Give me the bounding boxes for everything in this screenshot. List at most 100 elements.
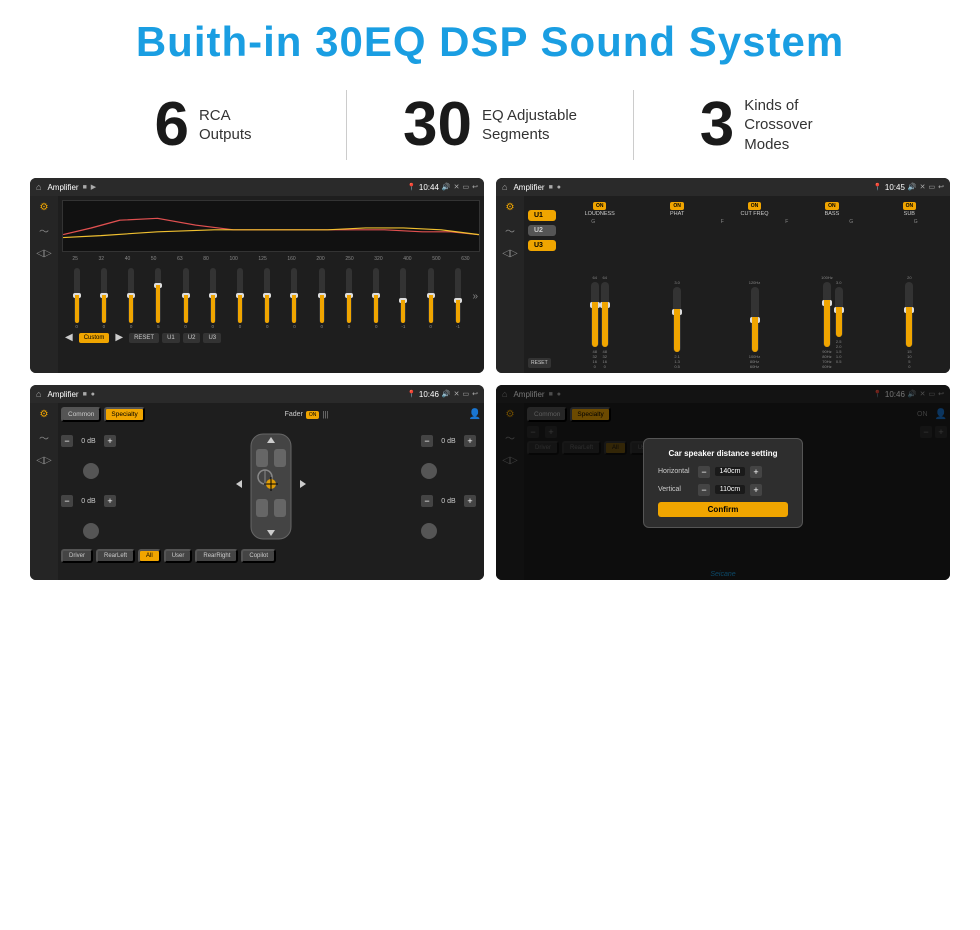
crossover-screen: ⌂ Amplifier ■ ● 📍 10:45 🔊 ✕ ▭ ↩ ⚙ 〜 ◁▷: [496, 178, 950, 373]
window-icon-2: ▭: [929, 183, 936, 191]
u1-crossover-btn[interactable]: U1: [528, 210, 556, 221]
speaker-icon-3: 🔊: [442, 390, 451, 398]
bass-on[interactable]: ON: [825, 202, 839, 210]
crossover-title: Amplifier: [513, 183, 544, 192]
distance-dialog: Car speaker distance setting Horizontal …: [643, 438, 803, 528]
plus-topleft[interactable]: +: [104, 435, 116, 447]
crossover-topbar-icons: 📍 10:45 🔊 ✕ ▭ ↩: [873, 183, 944, 192]
custom-btn[interactable]: Custom: [79, 333, 110, 343]
reset-btn[interactable]: RESET: [129, 333, 159, 343]
dialog-overlay: Car speaker distance setting Horizontal …: [496, 385, 950, 580]
u2-btn[interactable]: U2: [183, 333, 201, 343]
speaker-body: ⚙ 〜 ◁▷ Common Specialty Fader ON ||| 👤: [30, 403, 484, 580]
speaker-time: 10:46: [419, 390, 439, 399]
speaker-icon-2: 🔊: [908, 183, 917, 191]
dot-icon-3: ●: [91, 391, 95, 398]
u3-crossover-btn[interactable]: U3: [528, 240, 556, 251]
speaker-sidebar: ⚙ 〜 ◁▷: [30, 403, 58, 580]
rec-icon-2: ■: [549, 184, 553, 191]
horizontal-minus[interactable]: −: [698, 466, 710, 478]
copilot-btn[interactable]: Copilot: [241, 549, 276, 563]
eq-screen: ⌂ Amplifier ■ ▶ 📍 10:44 🔊 ✕ ▭ ↩ ⚙ 〜 ◁▷: [30, 178, 484, 373]
home-icon: ⌂: [36, 182, 41, 192]
crossover-time: 10:45: [885, 183, 905, 192]
back-icon-2: ↩: [938, 183, 944, 191]
speaker-title: Amplifier: [47, 390, 78, 399]
dialog-screen: ⌂ Amplifier ■ ● 📍 10:46 🔊 ✕ ▭ ↩ ⚙ 〜 ◁▷: [496, 385, 950, 580]
cutfreq-slider[interactable]: [751, 287, 759, 352]
speaker-sidebar-icon3: ◁▷: [36, 455, 51, 466]
fader-label: Fader: [285, 411, 303, 418]
loudness-on[interactable]: ON: [593, 202, 607, 210]
eq-sidebar-eq: ⚙: [40, 202, 49, 213]
u3-btn[interactable]: U3: [203, 333, 221, 343]
slider-col-1: 0: [64, 268, 89, 329]
dialog-box-title: Car speaker distance setting: [658, 449, 788, 458]
plus-topright[interactable]: +: [464, 435, 476, 447]
speaker-icon: 🔊: [442, 183, 451, 191]
horizontal-plus[interactable]: +: [750, 466, 762, 478]
minus-bottomleft[interactable]: −: [61, 495, 73, 507]
plus-bottomleft[interactable]: +: [104, 495, 116, 507]
vol-topleft: − 0 dB +: [61, 435, 121, 447]
eq-sidebar-wave: 〜: [39, 223, 49, 238]
phat-on[interactable]: ON: [670, 202, 684, 210]
rec-icon: ■: [83, 184, 87, 191]
specialty-tab[interactable]: Specialty: [104, 407, 144, 422]
driver-btn[interactable]: Driver: [61, 549, 93, 563]
cutfreq-on[interactable]: ON: [748, 202, 762, 210]
close-icon-2: ✕: [920, 183, 926, 191]
minus-topleft[interactable]: −: [61, 435, 73, 447]
fader-on[interactable]: ON: [306, 411, 320, 419]
loudness-slider2[interactable]: [601, 282, 609, 347]
fader-bars-icon: |||: [322, 410, 328, 419]
sub-on[interactable]: ON: [903, 202, 917, 210]
user-btn[interactable]: User: [164, 549, 193, 563]
expand-icon: »: [473, 291, 479, 302]
eq-bottom-bar: ◀ Custom ▶ RESET U1 U2 U3: [62, 331, 480, 344]
sub-slider[interactable]: [905, 282, 913, 347]
speaker-dot-tr: [421, 463, 437, 479]
all-btn[interactable]: All: [138, 549, 161, 563]
stat-rca-text: RCAOutputs: [199, 106, 252, 145]
rearright-btn[interactable]: RearRight: [195, 549, 238, 563]
vertical-minus[interactable]: −: [698, 484, 710, 496]
minus-topright[interactable]: −: [421, 435, 433, 447]
eq-topbar: ⌂ Amplifier ■ ▶ 📍 10:44 🔊 ✕ ▭ ↩: [30, 178, 484, 196]
crossover-reset-btn[interactable]: RESET: [528, 358, 551, 368]
vol-topright: − 0 dB +: [421, 435, 481, 447]
profile-icon: 👤: [469, 409, 481, 420]
vertical-label: Vertical: [658, 486, 693, 493]
minus-bottomright[interactable]: −: [421, 495, 433, 507]
bass-slider[interactable]: [823, 282, 831, 347]
next-btn[interactable]: ▶: [112, 331, 126, 344]
eq-sliders: 0 0 0 5 0: [62, 264, 480, 329]
back-icon: ↩: [472, 183, 478, 191]
plus-bottomright[interactable]: +: [464, 495, 476, 507]
horizontal-value: 140cm: [715, 467, 745, 476]
vertical-value: 110cm: [715, 485, 745, 494]
db-topleft: 0 dB: [76, 438, 101, 445]
db-bottomright: 0 dB: [436, 498, 461, 505]
window-icon: ▭: [463, 183, 470, 191]
speaker-content: Common Specialty Fader ON ||| 👤 − 0 dB +: [58, 403, 484, 580]
vertical-plus[interactable]: +: [750, 484, 762, 496]
u2-crossover-btn[interactable]: U2: [528, 225, 556, 236]
phat-slider[interactable]: [673, 287, 681, 352]
common-tab[interactable]: Common: [61, 407, 101, 422]
u1-btn[interactable]: U1: [162, 333, 180, 343]
rearleft-btn[interactable]: RearLeft: [96, 549, 135, 563]
vol-bottomright: − 0 dB +: [421, 495, 481, 507]
dot-icon: ●: [557, 184, 561, 191]
close-icon: ✕: [454, 183, 460, 191]
prev-btn[interactable]: ◀: [62, 331, 76, 344]
confirm-button[interactable]: Confirm: [658, 502, 788, 517]
location-icon-2: 📍: [873, 183, 882, 191]
eq-content: 25 32 40 50 63 80 100 125 160 200 250 32…: [58, 196, 484, 373]
close-icon-3: ✕: [454, 390, 460, 398]
eq-time: 10:44: [419, 183, 439, 192]
bass-slider2[interactable]: [835, 287, 843, 337]
eq-sidebar: ⚙ 〜 ◁▷: [30, 196, 58, 373]
loudness-slider1[interactable]: [591, 282, 599, 347]
rec-icon-3: ■: [83, 391, 87, 398]
